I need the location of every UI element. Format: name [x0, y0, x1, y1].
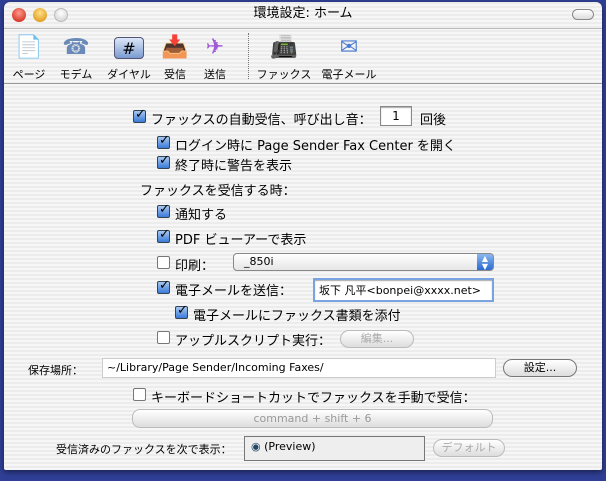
page-icon: 📄	[15, 35, 43, 60]
preferences-window: 環境設定: ホーム 📄 ページ ☎ モデム # ダイヤル 📥 受信 ✈ 送信 📠 ファックス…	[4, 2, 602, 470]
inbox-icon: 📥	[161, 35, 189, 60]
toolbar-item-receive[interactable]: 📥 受信	[158, 33, 192, 82]
viewer-label: 受信済みのファックスを次で表示：	[56, 443, 232, 456]
toolbar-item-send[interactable]: ✈ 送信	[198, 33, 232, 82]
toolbar-label: ダイヤル	[107, 68, 151, 81]
phone-icon: ☎	[62, 35, 90, 60]
toolbar-label: 送信	[204, 68, 226, 81]
zoom-button[interactable]	[54, 8, 68, 22]
open-on-login-checkbox[interactable]	[157, 133, 170, 149]
toolbar-label: ファックス	[256, 68, 312, 81]
notify-label: 通知する	[175, 208, 228, 223]
attach-label: 電子メールにファックス書類を添付	[193, 309, 401, 324]
minimize-button[interactable]	[33, 8, 47, 22]
warn-on-quit-checkbox[interactable]	[157, 153, 170, 169]
shortcut-label: キーボードショートカットでファックスを手動で受信：	[151, 391, 476, 406]
toolbar-label: 受信	[164, 68, 186, 81]
printer-value: _850i	[244, 255, 274, 268]
save-location-label: 保存場所：	[28, 364, 83, 377]
toolbar-separator	[248, 33, 249, 79]
paper-plane-icon: ✈	[205, 35, 225, 60]
close-button[interactable]	[12, 8, 26, 22]
toolbar-label: 電子メール	[321, 68, 377, 81]
email-address-input[interactable]: 坂下 凡平<bonpei@xxxx.net>	[313, 278, 494, 302]
viewer-app-box[interactable]: ◉ (Preview)	[244, 436, 425, 461]
set-location-button[interactable]: 設定...	[503, 359, 577, 377]
print-label: 印刷：	[175, 259, 215, 274]
toolbar-item-fax[interactable]: 📠 ファックス	[256, 33, 312, 82]
rings-suffix: 回後	[420, 113, 447, 128]
applescript-label: アップルスクリプト実行：	[175, 334, 332, 349]
rings-input[interactable]: 1	[380, 106, 412, 126]
popup-arrows-icon: ▲ ▼	[477, 254, 493, 271]
save-location-path[interactable]: ~/Library/Page Sender/Incoming Faxes/	[102, 358, 496, 378]
toolbar-toggle-button[interactable]	[572, 9, 594, 20]
open-on-login-label: ログイン時に Page Sender Fax Center を開く	[175, 139, 456, 154]
email-checkbox[interactable]	[157, 278, 170, 294]
applescript-checkbox[interactable]	[157, 331, 170, 344]
default-viewer-button[interactable]: デフォルト	[433, 439, 505, 457]
printer-popup[interactable]: _850i ▲ ▼	[233, 253, 494, 271]
viewer-app-name: (Preview)	[264, 440, 316, 453]
warn-on-quit-label: 終了時に警告を表示	[175, 159, 293, 174]
envelope-icon: ✉	[339, 35, 359, 60]
edit-script-button[interactable]: 編集...	[340, 330, 414, 348]
on-receive-heading: ファックスを受信する時：	[140, 184, 296, 199]
auto-receive-label: ファックスの自動受信、呼び出し音：	[151, 113, 372, 128]
pdf-view-label: PDF ビューアーで表示	[175, 233, 307, 248]
toolbar-item-page[interactable]: 📄 ページ	[12, 33, 46, 82]
hash-icon: #	[114, 37, 144, 59]
print-checkbox[interactable]	[157, 256, 170, 269]
email-label: 電子メールを送信：	[175, 284, 293, 299]
shortcut-checkbox[interactable]	[133, 388, 146, 401]
attach-checkbox[interactable]	[175, 303, 188, 319]
toolbar-item-modem[interactable]: ☎ モデム	[56, 33, 96, 82]
toolbar-label: モデム	[59, 68, 93, 81]
notify-checkbox[interactable]	[157, 202, 170, 218]
title-bar: 環境設定: ホーム	[4, 2, 602, 28]
preview-app-icon: ◉	[251, 440, 261, 453]
toolbar-item-dial[interactable]: # ダイヤル	[104, 33, 154, 82]
pdf-view-checkbox[interactable]	[157, 227, 170, 243]
shortcut-keys-field[interactable]: command + shift + 6	[132, 409, 493, 428]
auto-receive-checkbox[interactable]	[133, 107, 146, 123]
toolbar-label: ページ	[12, 68, 46, 81]
toolbar: 📄 ページ ☎ モデム # ダイヤル 📥 受信 ✈ 送信 📠 ファックス ✉ 電子メール	[4, 28, 602, 84]
toolbar-item-email[interactable]: ✉ 電子メール	[320, 33, 378, 82]
fax-icon: 📠	[270, 35, 298, 60]
window-title: 環境設定: ホーム	[253, 6, 353, 21]
